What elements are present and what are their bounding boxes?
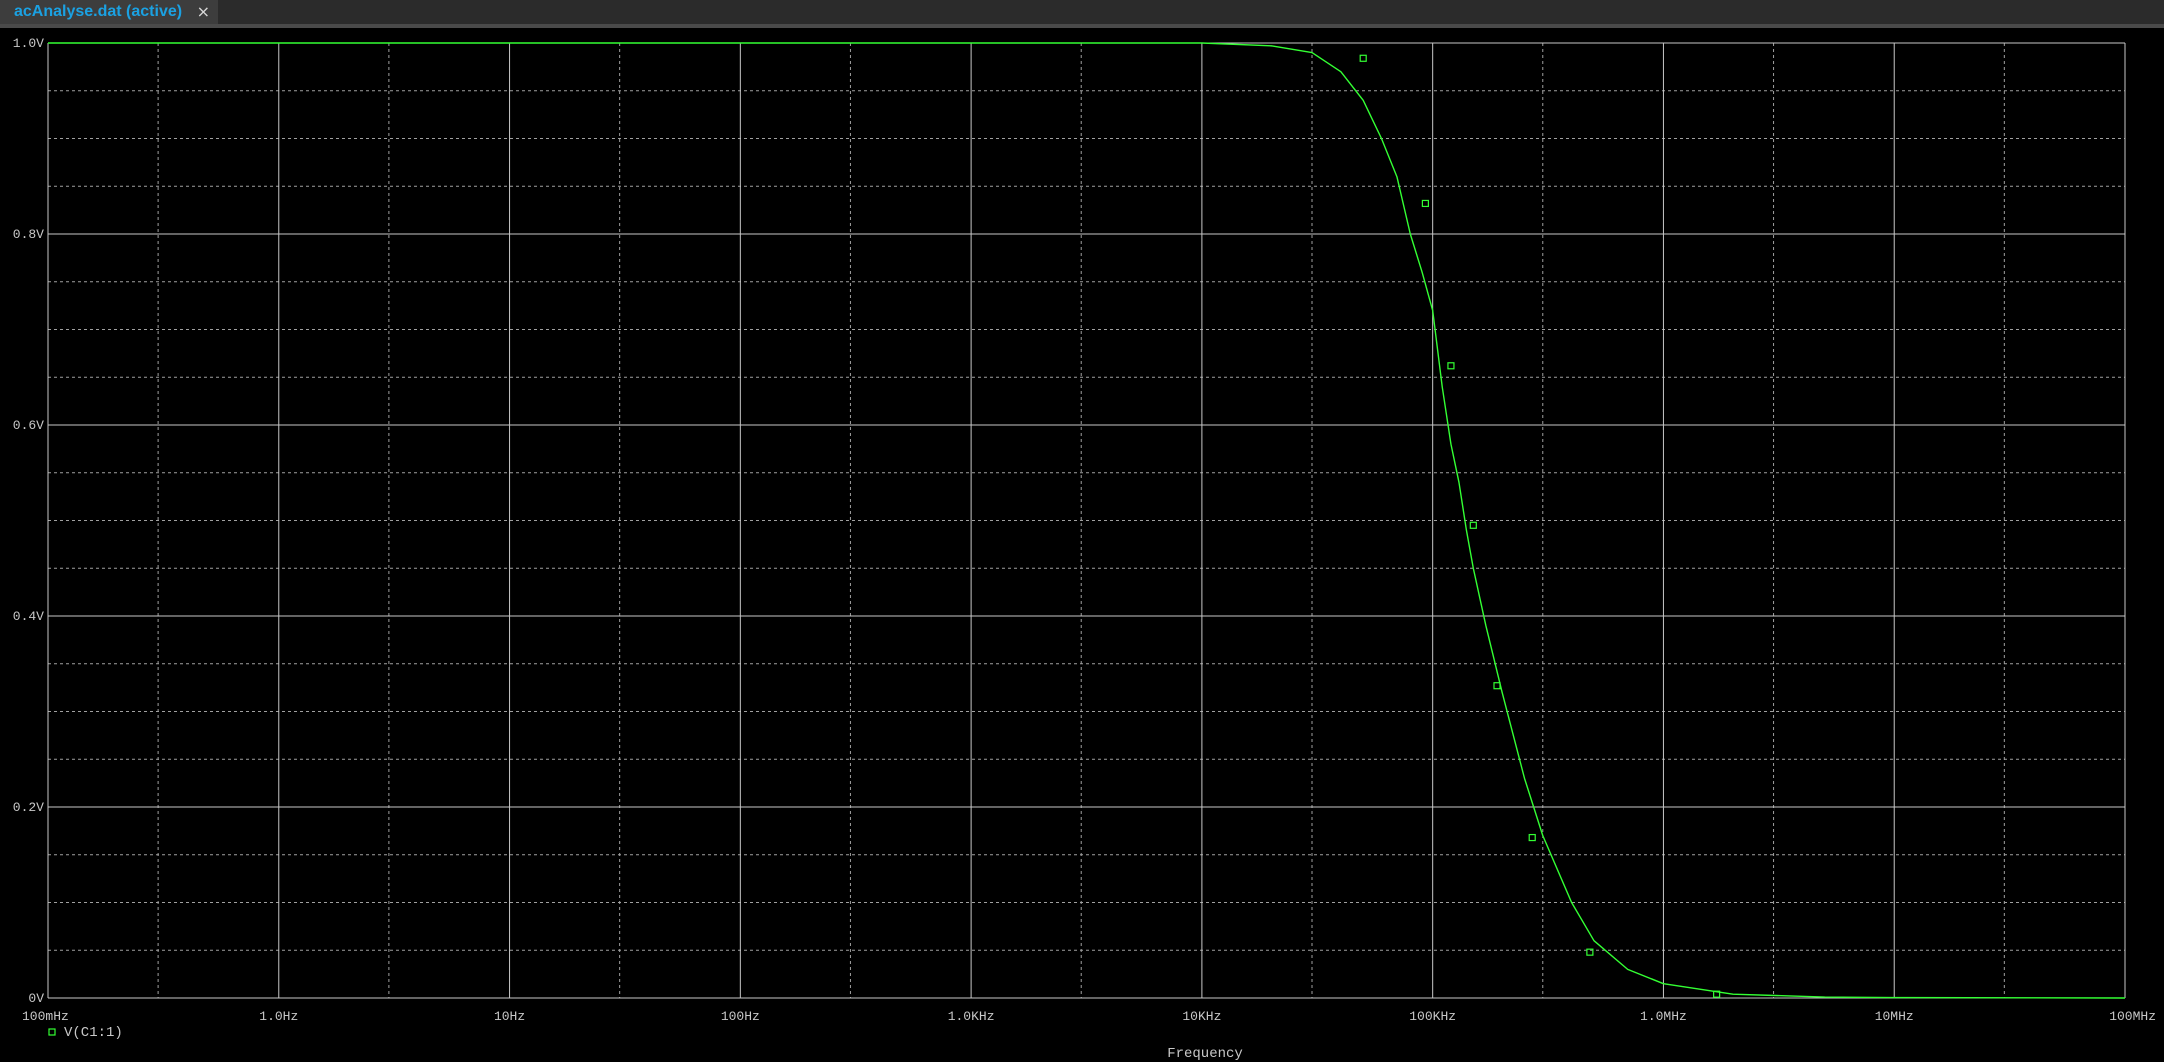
x-tick-label: 10Hz bbox=[494, 1009, 525, 1024]
x-axis-label: Frequency bbox=[1167, 1046, 1243, 1062]
y-tick-label: 0.4V bbox=[13, 609, 44, 624]
document-tab-bar: acAnalyse.dat (active) × bbox=[0, 0, 2164, 25]
x-tick-label: 1.0KHz bbox=[948, 1009, 995, 1024]
x-tick-label: 100mHz bbox=[22, 1009, 69, 1024]
x-tick-label: 1.0Hz bbox=[259, 1009, 298, 1024]
plot-background bbox=[0, 28, 2164, 1062]
y-tick-label: 0.6V bbox=[13, 418, 44, 433]
y-tick-label: 0.8V bbox=[13, 227, 44, 242]
x-tick-label: 100Hz bbox=[721, 1009, 760, 1024]
y-tick-label: 0.2V bbox=[13, 800, 44, 815]
tab-label: acAnalyse.dat (active) bbox=[14, 3, 183, 20]
tab-acanalyse[interactable]: acAnalyse.dat (active) × bbox=[0, 0, 218, 24]
x-tick-label: 1.0MHz bbox=[1640, 1009, 1687, 1024]
x-tick-label: 10MHz bbox=[1875, 1009, 1914, 1024]
x-tick-label: 100MHz bbox=[2109, 1009, 2156, 1024]
x-tick-label: 10KHz bbox=[1182, 1009, 1221, 1024]
y-tick-label: 0V bbox=[28, 991, 44, 1006]
legend-label: V(C1:1) bbox=[64, 1025, 123, 1041]
close-icon[interactable]: × bbox=[197, 2, 210, 22]
x-tick-label: 100KHz bbox=[1409, 1009, 1456, 1024]
probe-plot[interactable]: 100mHz 1.0Hz 10Hz 100Hz 1.0KHz 10KHz 100KHz 1.0… bbox=[0, 28, 2164, 1062]
y-tick-label: 1.0V bbox=[13, 36, 44, 51]
